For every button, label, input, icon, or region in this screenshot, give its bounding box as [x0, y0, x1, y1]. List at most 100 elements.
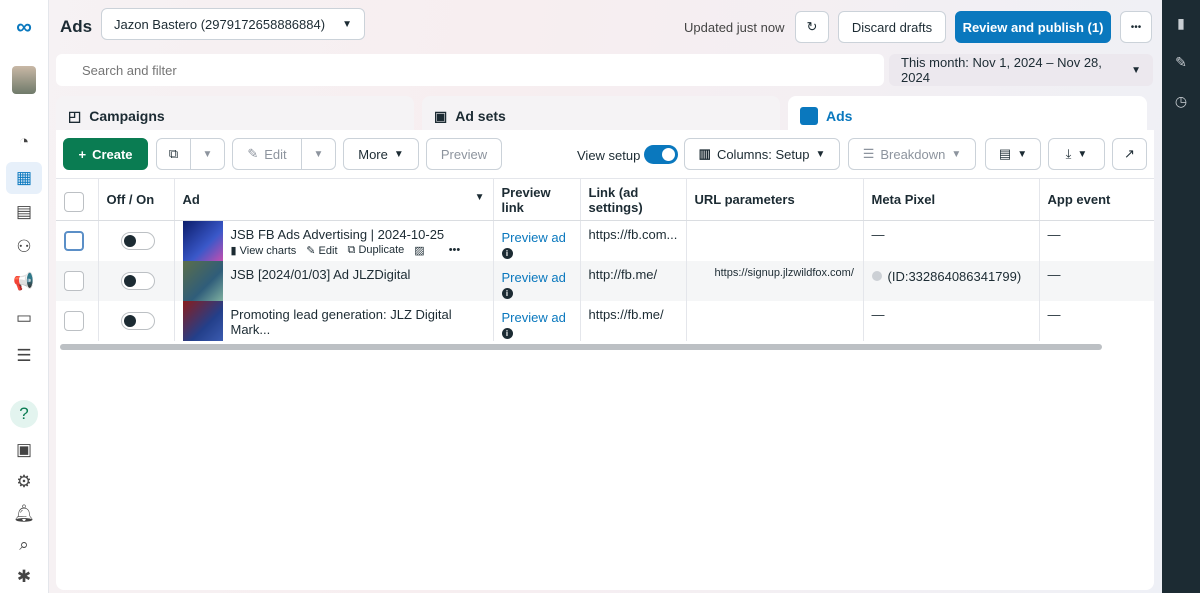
- image-icon[interactable]: ▨: [414, 244, 424, 257]
- ad-name[interactable]: Promoting lead generation: JLZ Digital M…: [231, 307, 485, 337]
- column-header[interactable]: Preview link: [493, 178, 581, 221]
- pixel-cell: —: [863, 220, 1040, 261]
- ad-name[interactable]: JSB FB Ads Advertising | 2024-10-25: [231, 227, 485, 242]
- view-setup-toggle[interactable]: [644, 145, 678, 164]
- column-header[interactable]: App event: [1039, 178, 1154, 221]
- more-button[interactable]: More ▼: [343, 138, 419, 170]
- link-cell: http://fb.me/: [580, 260, 687, 301]
- tab-label: Campaigns: [89, 108, 165, 124]
- tab-label: Ad sets: [455, 108, 506, 124]
- columns-icon: ▥: [698, 146, 711, 161]
- bug-icon[interactable]: ✱: [12, 565, 36, 589]
- preview-ad-link[interactable]: Preview ad: [502, 310, 566, 325]
- select-all[interactable]: [56, 178, 99, 221]
- charts-button[interactable]: ↗: [1112, 138, 1147, 170]
- avatar[interactable]: [12, 66, 36, 94]
- dashboard-icon[interactable]: ◔: [12, 130, 36, 154]
- folder-icon: ◰: [68, 107, 82, 124]
- ad-toggle[interactable]: [120, 271, 155, 290]
- history-icon[interactable]: ◷: [1172, 93, 1190, 111]
- discard-drafts-button[interactable]: Discard drafts: [838, 11, 946, 43]
- duplicate-dropdown[interactable]: ▼: [190, 138, 225, 170]
- settings-icon[interactable]: ⚙: [12, 470, 36, 494]
- search-icon[interactable]: ⌕: [12, 533, 36, 557]
- columns-label: Columns: Setup: [716, 146, 810, 162]
- more-actions[interactable]: •••: [449, 244, 461, 257]
- create-button[interactable]: + Create: [63, 138, 148, 170]
- megaphone-icon[interactable]: 📢: [12, 270, 36, 294]
- table-row[interactable]: JSB [2024/01/03] Ad JLZDigital Preview a…: [56, 260, 1154, 301]
- table-row[interactable]: JSB FB Ads Advertising | 2024-10-25 ▮ Vi…: [56, 220, 1154, 261]
- app-event-cell: —: [1039, 260, 1154, 301]
- view-charts-link[interactable]: ▮ View charts: [231, 244, 297, 257]
- ads-icon: [800, 107, 818, 125]
- duplicate-link[interactable]: ⧉ Duplicate: [348, 244, 405, 257]
- preview-button[interactable]: Preview: [426, 138, 502, 170]
- audience-icon[interactable]: ⚇: [12, 235, 36, 259]
- edit-link[interactable]: ✎ Edit: [306, 244, 337, 257]
- chart-icon[interactable]: ▮: [1172, 15, 1190, 33]
- ad-thumbnail: [182, 260, 223, 301]
- column-header[interactable]: Meta Pixel: [863, 178, 1040, 221]
- billing-icon[interactable]: ▭: [12, 306, 36, 330]
- help-icon[interactable]: ?: [10, 400, 38, 428]
- breakdown-icon: ☰: [862, 146, 875, 161]
- header-label: Ad: [182, 192, 200, 207]
- refresh-button[interactable]: ↻: [795, 11, 829, 43]
- column-header[interactable]: Off / On: [98, 178, 175, 221]
- edit-dropdown[interactable]: ▼: [301, 138, 336, 170]
- row-checkbox[interactable]: [64, 231, 84, 251]
- chevron-down-icon: ▼: [1017, 148, 1028, 160]
- column-header[interactable]: Link (ad settings): [580, 178, 687, 221]
- trend-chart-icon: ↗: [1124, 146, 1135, 161]
- ad-thumbnail: [182, 221, 223, 261]
- ad-thumbnail: [182, 300, 223, 341]
- row-checkbox[interactable]: [64, 310, 84, 331]
- ad-name[interactable]: JSB [2024/01/03] Ad JLZDigital: [231, 267, 485, 282]
- horizontal-scrollbar[interactable]: [60, 344, 1102, 350]
- url-params-cell: [686, 300, 864, 341]
- review-publish-button[interactable]: Review and publish (1): [955, 11, 1111, 43]
- create-label: Create: [92, 146, 133, 162]
- reports-button[interactable]: ▤ ▼: [985, 138, 1041, 170]
- duplicate-button[interactable]: ⧉: [156, 138, 191, 170]
- select-all-checkbox[interactable]: [64, 191, 84, 212]
- search-input[interactable]: [56, 54, 884, 86]
- row-checkbox[interactable]: [64, 270, 84, 291]
- pages-icon[interactable]: ▤: [12, 200, 36, 224]
- link-cell: https://fb.com...: [580, 220, 687, 261]
- preview-ad-link[interactable]: Preview ad: [502, 270, 566, 285]
- info-icon[interactable]: i: [501, 287, 513, 299]
- view-setup-label: View setup: [577, 148, 641, 163]
- update-status: Updated just now: [684, 20, 785, 35]
- column-header[interactable]: Ad ▼: [174, 178, 494, 221]
- ad-toggle[interactable]: [120, 232, 155, 250]
- ads-manager-icon[interactable]: ▦: [6, 162, 42, 194]
- menu-icon[interactable]: ☰: [12, 344, 36, 368]
- left-nav: ∞ ◔ ▦ ▤ ⚇ 📢 ▭ ☰ ? ▣ ⚙ 🔔︎ ⌕ ✱: [0, 0, 49, 593]
- sort-caret-icon[interactable]: ▼: [475, 192, 485, 203]
- copy-icon: ⧉: [168, 146, 179, 161]
- ad-toggle[interactable]: [120, 311, 155, 330]
- chevron-down-icon: ▼: [1131, 64, 1141, 76]
- table-row[interactable]: Promoting lead generation: JLZ Digital M…: [56, 300, 1154, 341]
- info-icon[interactable]: i: [501, 248, 513, 259]
- url-params-cell: [686, 220, 864, 261]
- news-icon[interactable]: ▣: [12, 438, 36, 462]
- grid-icon: ▣: [434, 107, 448, 124]
- export-button[interactable]: ⤓ ▼: [1048, 138, 1105, 170]
- columns-button[interactable]: ▥ Columns: Setup ▼: [684, 138, 840, 170]
- more-options-button[interactable]: •••: [1120, 11, 1152, 43]
- edit-label: Edit: [264, 146, 287, 162]
- preview-ad-link[interactable]: Preview ad: [502, 230, 566, 245]
- bell-icon[interactable]: 🔔︎: [12, 502, 36, 526]
- pencil-icon[interactable]: ✎: [1172, 54, 1190, 72]
- info-icon[interactable]: i: [501, 327, 513, 339]
- edit-button[interactable]: ✎ Edit: [232, 138, 302, 170]
- breakdown-button[interactable]: ☰ Breakdown ▼: [848, 138, 976, 170]
- date-range-picker[interactable]: This month: Nov 1, 2024 – Nov 28, 2024 ▼: [889, 54, 1153, 86]
- meta-logo-icon[interactable]: ∞: [12, 14, 36, 39]
- column-header[interactable]: URL parameters: [686, 178, 864, 221]
- chevron-down-icon: ▼: [202, 148, 213, 160]
- account-selector[interactable]: Jazon Bastero (2979172658886884) ▼: [101, 8, 365, 40]
